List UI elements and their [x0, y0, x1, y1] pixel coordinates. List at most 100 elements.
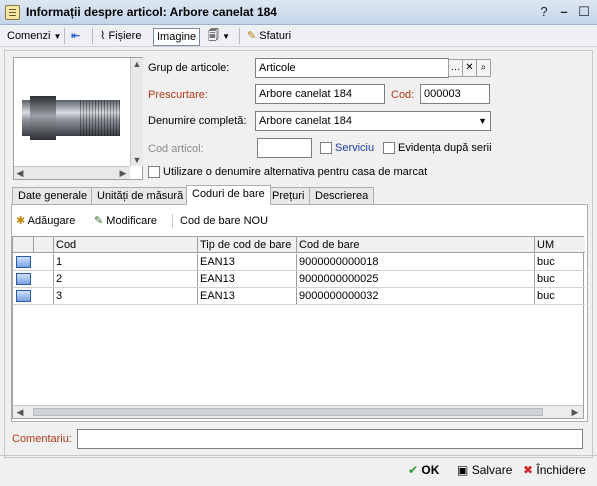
article-code-input[interactable] — [257, 138, 312, 158]
chevron-down-icon: ▼ — [478, 116, 487, 126]
tips-icon: ✎ — [247, 30, 257, 42]
edit-label: Modificare — [106, 215, 158, 227]
files-label: Fișiere — [108, 30, 142, 42]
scroll-thumb[interactable] — [33, 408, 543, 416]
minimize-icon[interactable]: – — [555, 4, 573, 20]
search-icon[interactable]: ⌕ — [476, 59, 491, 77]
app-document-icon — [5, 5, 20, 20]
header-type[interactable]: Tip de cod de bare — [198, 237, 297, 253]
alt-name-label: Utilizare o denumire alternativa pentru … — [163, 166, 428, 178]
toolbar-separator — [92, 28, 93, 44]
cell-um: buc — [537, 273, 555, 285]
tips-label: Sfaturi — [259, 30, 292, 42]
scroll-up-icon[interactable]: ▲ — [131, 58, 143, 70]
barcodes-grid: Cod Tip de cod de bare Cod de bare UM 1 … — [12, 236, 585, 419]
cell-type: EAN13 — [198, 288, 297, 304]
close-label: Închidere — [536, 463, 586, 477]
shaft-head — [30, 96, 56, 140]
tab-general[interactable]: Date generale — [12, 187, 94, 204]
header-cod[interactable]: Cod — [54, 237, 198, 253]
header-icon-col — [13, 237, 34, 253]
group-field[interactable]: Articole — [255, 58, 449, 78]
edit-pencil-icon: ✎ — [94, 215, 104, 227]
group-label: Grup de articole: — [148, 62, 230, 74]
close-button[interactable]: ✖ Închidere — [523, 460, 586, 480]
short-name-input[interactable]: Arbore canelat 184 — [255, 84, 385, 104]
maximize-icon[interactable]: ☐ — [575, 4, 593, 20]
help-icon[interactable]: ? — [535, 4, 553, 20]
scroll-down-icon[interactable]: ▼ — [131, 154, 143, 166]
clear-icon[interactable]: ✕ — [462, 59, 477, 77]
scroll-right-icon[interactable]: ▶ — [117, 167, 129, 179]
commands-label: Comenzi — [7, 30, 51, 42]
ok-button[interactable]: ✔ OK — [408, 460, 439, 480]
scroll-left-icon[interactable]: ◀ — [14, 406, 26, 418]
save-button[interactable]: ▣ Salvare — [457, 460, 512, 480]
row-marker — [34, 271, 54, 287]
table-row[interactable]: 1 EAN13 9000000000018 buc — [13, 254, 585, 271]
service-checkbox[interactable] — [320, 142, 332, 154]
cell-type: EAN13 — [198, 254, 297, 270]
cell-cod: 3 — [54, 288, 198, 304]
toolbar: Comenzi ▼ ⇤ ⌇ Fișiere Imagine 🗐 ▼ ✎ Sfat… — [0, 25, 597, 47]
image-horizontal-scrollbar[interactable]: ◀ ▶ — [14, 166, 130, 179]
add-barcode-button[interactable]: ✱ Adăugare — [16, 211, 75, 231]
image-label: Imagine — [157, 31, 197, 43]
scroll-left-icon[interactable]: ◀ — [14, 167, 26, 179]
cell-um: buc — [537, 256, 555, 268]
header-blank-col — [34, 237, 54, 253]
paperclip-icon: ⌇ — [100, 30, 106, 42]
save-disk-icon: ▣ — [457, 463, 469, 477]
tips-button[interactable]: ✎ Sfaturi — [244, 27, 294, 45]
toolbar-separator — [239, 28, 240, 44]
new-barcode-button[interactable]: Cod de bare NOU — [180, 211, 268, 231]
tab-barcodes[interactable]: Coduri de bare — [186, 185, 271, 205]
header-um[interactable]: UM — [535, 237, 583, 253]
grid-header: Cod Tip de cod de bare Cod de bare UM — [13, 237, 585, 253]
barcode-row-icon — [16, 273, 31, 285]
commands-menu-button[interactable]: Comenzi ▼ — [4, 27, 64, 45]
image-button[interactable]: Imagine — [153, 28, 201, 46]
files-button[interactable]: ⌇ Fișiere — [97, 27, 144, 45]
check-icon: ✔ — [408, 463, 419, 477]
header-barcode[interactable]: Cod de bare — [297, 237, 535, 253]
print-preview-icon: 🗐 — [208, 30, 219, 42]
cell-cod: 2 — [54, 271, 198, 287]
close-x-icon: ✖ — [523, 463, 534, 477]
save-label: Salvare — [471, 463, 513, 477]
table-row[interactable]: 2 EAN13 9000000000025 buc — [13, 271, 585, 288]
code-input[interactable]: 000003 — [420, 84, 490, 104]
tab-units[interactable]: Unități de măsură — [91, 187, 190, 204]
tab-prices[interactable]: Prețuri — [266, 187, 311, 204]
cell-cod: 1 — [54, 254, 198, 270]
series-checkbox[interactable] — [383, 142, 395, 154]
full-name-select[interactable]: Arbore canelat 184 ▼ — [255, 111, 491, 131]
browse-ellipsis-button[interactable]: … — [448, 59, 463, 77]
dropdown-arrow-icon: ▼ — [53, 32, 62, 41]
short-name-label: Prescurtare: — [148, 89, 208, 101]
cell-barcode: 9000000000032 — [297, 288, 535, 304]
article-code-label: Cod articol: — [148, 143, 204, 155]
dropdown-arrow-icon: ▼ — [222, 32, 230, 41]
footer-separator — [0, 455, 597, 456]
tab-description[interactable]: Descrierea — [309, 187, 375, 204]
window-title: Informații despre articol: Arbore canela… — [26, 5, 277, 19]
barcode-row-icon — [16, 290, 31, 302]
barcode-row-icon — [16, 256, 31, 268]
shaft-splines — [80, 100, 120, 136]
scroll-right-icon[interactable]: ▶ — [569, 406, 581, 418]
image-vertical-scrollbar[interactable]: ▲ ▼ — [130, 58, 143, 166]
print-menu-button[interactable]: 🗐 ▼ — [205, 27, 233, 45]
grid-horizontal-scrollbar[interactable]: ◀ ▶ — [13, 405, 583, 418]
table-row[interactable]: 3 EAN13 9000000000032 buc — [13, 288, 585, 305]
comment-input[interactable] — [77, 429, 583, 449]
comment-label: Comentariu: — [12, 433, 72, 445]
edit-barcode-button[interactable]: ✎ Modificare — [94, 211, 157, 231]
toolbar-separator — [64, 28, 65, 44]
full-name-value: Arbore canelat 184 — [259, 115, 352, 127]
alt-name-checkbox[interactable] — [148, 166, 160, 178]
service-label[interactable]: Serviciu — [335, 142, 374, 154]
grid-toolbar-separator — [172, 214, 173, 228]
back-arrow-icon[interactable]: ⇤ — [68, 27, 83, 45]
full-name-label: Denumire completă: — [148, 115, 247, 127]
